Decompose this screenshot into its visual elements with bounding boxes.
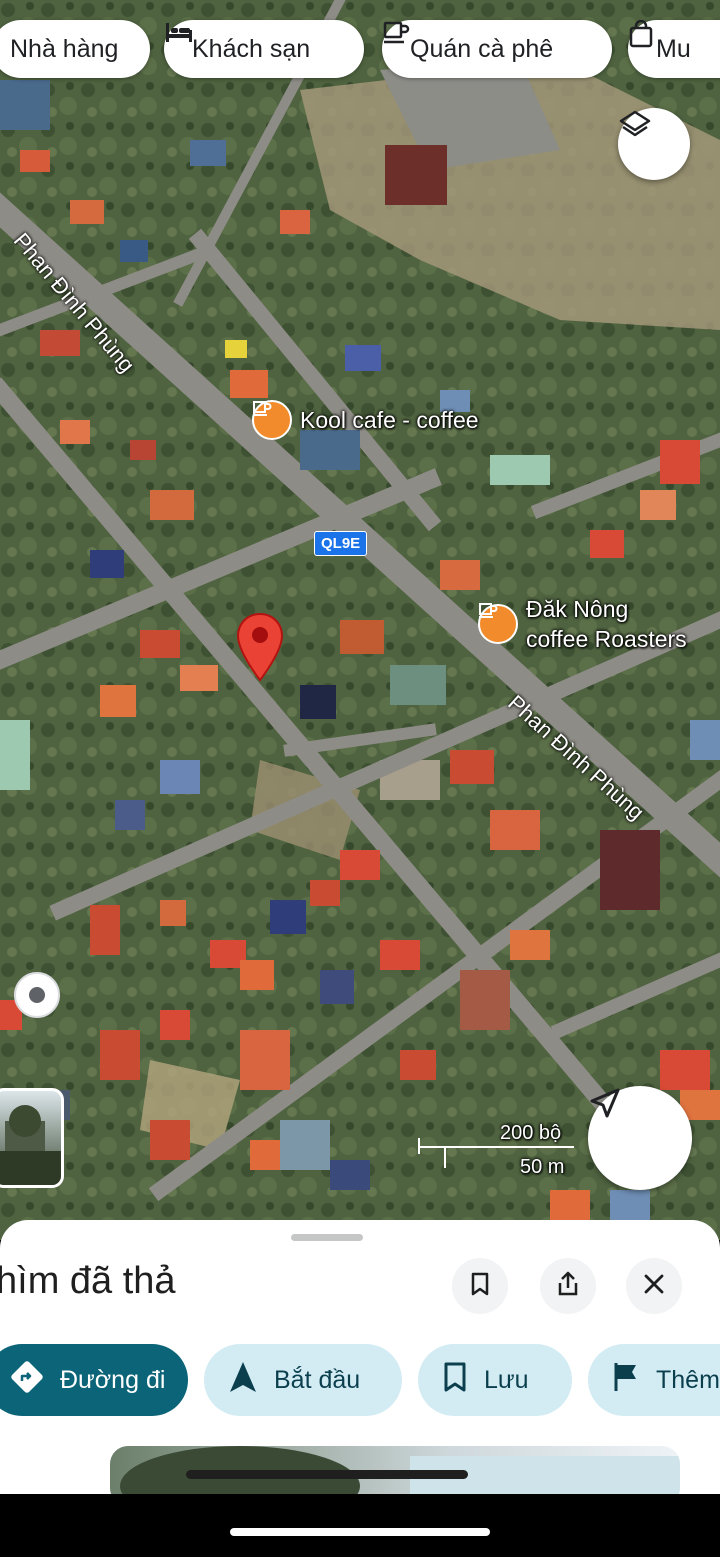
chip-label-restaurants: Nhà hàng: [10, 34, 119, 63]
chip-cafes[interactable]: Quán cà phê: [382, 20, 612, 78]
coffee-cup-icon: [252, 400, 292, 440]
scale-bar: 200 bộ 50 m: [418, 1122, 578, 1180]
share-icon: [556, 1270, 580, 1303]
save-button[interactable]: [452, 1258, 508, 1314]
location-dot-icon: [29, 987, 45, 1003]
directions-label: Đường đi: [60, 1365, 166, 1394]
street-view-thumbnail[interactable]: [0, 1088, 64, 1188]
scale-line: [418, 1146, 574, 1148]
bookmark-icon: [469, 1271, 491, 1302]
place-bottom-sheet[interactable]: hìm đã thả Đường đi Bắt đầu Lưu Thêm: [0, 1220, 720, 1494]
scale-label-feet: 200 bộ: [500, 1122, 562, 1144]
poi-dak-nong-coffee[interactable]: Đăk Nông coffee Roasters: [478, 596, 687, 654]
home-indicator[interactable]: [230, 1528, 490, 1536]
close-icon: [643, 1273, 665, 1300]
start-label: Bắt đầu: [274, 1365, 361, 1394]
save-place-label: Lưu: [484, 1365, 529, 1394]
chip-label-shopping: Mu: [656, 34, 691, 63]
chip-label-cafes: Quán cà phê: [410, 34, 554, 63]
poi-label-kool-cafe: Kool cafe - coffee: [300, 406, 479, 433]
bookmark-icon: [442, 1361, 468, 1400]
sheet-drag-handle[interactable]: [291, 1234, 363, 1241]
street-view-image: [0, 1105, 61, 1185]
more-button[interactable]: Thêm: [588, 1344, 720, 1416]
layers-button[interactable]: [618, 108, 690, 180]
directions-button[interactable]: Đường đi: [0, 1344, 188, 1416]
scale-label-meters: 50 m: [520, 1156, 565, 1178]
location-marker[interactable]: [14, 972, 60, 1018]
chip-shopping[interactable]: Mu: [628, 20, 720, 78]
save-place-button[interactable]: Lưu: [418, 1344, 572, 1416]
highway-shield: QL9E: [314, 531, 368, 556]
poi-label-dak-nong-line2: coffee Roasters: [526, 626, 687, 652]
my-location-button[interactable]: [588, 1086, 692, 1190]
chip-hotels[interactable]: Khách sạn: [164, 20, 364, 78]
chip-label-hotels: Khách sạn: [192, 34, 311, 63]
poi-kool-cafe[interactable]: Kool cafe - coffee: [252, 400, 479, 440]
map-pin-icon: [236, 612, 284, 682]
system-navigation-bar: [0, 1494, 720, 1557]
place-title: hìm đã thả: [0, 1260, 176, 1302]
scale-tick-mid: [444, 1146, 446, 1168]
chip-restaurants[interactable]: Nhà hàng: [0, 20, 150, 78]
satellite-map[interactable]: Nhà hàng Khách sạn Quán cà phê Mu Phan Đ…: [0, 0, 720, 1240]
navigation-arrow-icon: [228, 1360, 258, 1401]
poi-label-dak-nong-line1: Đăk Nông: [526, 596, 629, 622]
close-button[interactable]: [626, 1258, 682, 1314]
coffee-cup-icon: [478, 603, 518, 644]
sheet-gesture-bar: [186, 1470, 468, 1479]
directions-icon: [10, 1360, 44, 1401]
start-button[interactable]: Bắt đầu: [204, 1344, 402, 1416]
share-button[interactable]: [540, 1258, 596, 1314]
more-label: Thêm: [656, 1365, 720, 1394]
flag-icon: [612, 1361, 640, 1400]
